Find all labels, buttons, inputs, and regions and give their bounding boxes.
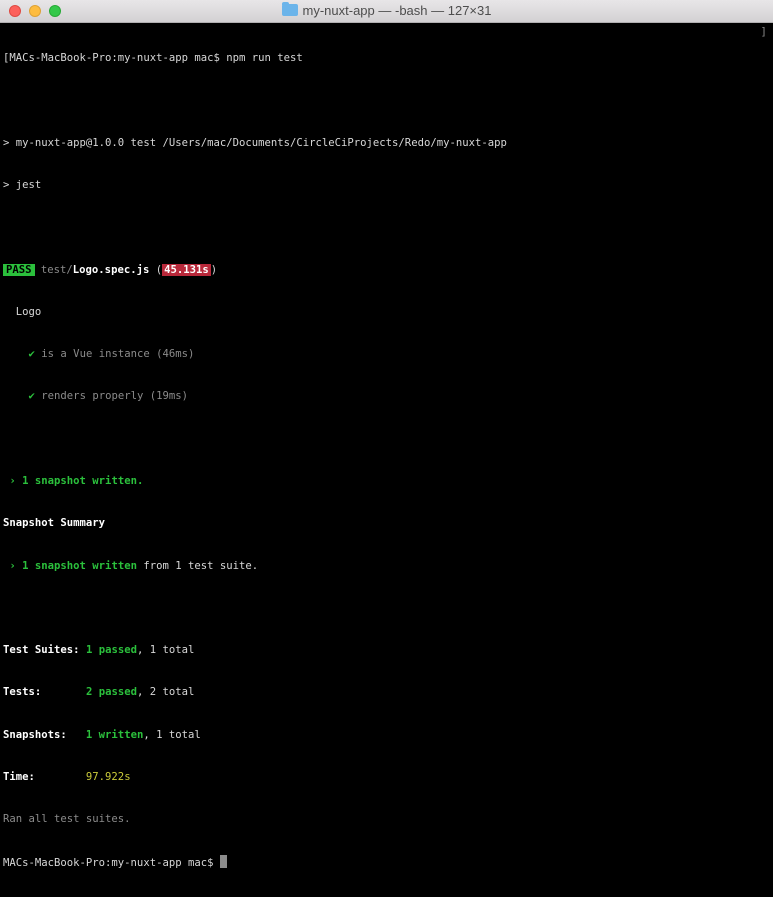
paren-close: ) [210, 263, 218, 276]
snapshots-written: 1 written [85, 728, 144, 741]
paren-open: ( [149, 263, 163, 276]
time-summary-line: Time: 97.922s [3, 770, 773, 784]
suite-name-line: Logo [3, 305, 773, 319]
tests-total: , 2 total [136, 686, 195, 699]
npm-script-line: > my-nuxt-app@1.0.0 test /Users/mac/Docu… [3, 136, 507, 149]
terminal-window: my-nuxt-app — -bash — 127×31 ] [MACs-Mac… [0, 0, 773, 869]
window-title-text: my-nuxt-app — -bash — 127×31 [302, 3, 492, 18]
test-dir: test/ [40, 263, 73, 276]
snapshot-summary-line: › 1 snapshot written from 1 test suite. [3, 559, 773, 573]
check-icon: ✔ [28, 348, 35, 361]
title-bar[interactable]: my-nuxt-app — -bash — 127×31 [0, 0, 773, 23]
time-value: 97.922s [85, 770, 131, 783]
snapshots-summary-line: Snapshots: 1 written, 1 total [3, 728, 773, 742]
suites-summary-line: Test Suites: 1 passed, 1 total [3, 643, 773, 657]
snapshot-written: › 1 snapshot written. [9, 475, 144, 487]
prompt-line[interactable]: MACs-MacBook-Pro:my-nuxt-app mac$ [3, 854, 773, 869]
tests-passed: 2 passed [85, 686, 137, 699]
snapshot-summary-heading: Snapshot Summary [3, 517, 106, 530]
suite-name: Logo [15, 305, 42, 318]
test-file: Logo.spec.js [72, 263, 150, 276]
tests-summary-line: Tests: 2 passed, 2 total [3, 685, 773, 699]
window-title: my-nuxt-app — -bash — 127×31 [0, 2, 773, 18]
folder-icon [281, 2, 298, 16]
check-icon: ✔ [28, 390, 35, 403]
test-time-badge: 45.131s [162, 263, 211, 276]
test-result-line: PASS test/Logo.spec.js (45.131s) [3, 263, 773, 277]
command-line: [MACs-MacBook-Pro:my-nuxt-app mac$ npm r… [3, 52, 303, 65]
suites-passed: 1 passed [85, 644, 137, 657]
suites-total: , 1 total [136, 644, 195, 657]
snapshots-label: Snapshots: [3, 728, 67, 741]
snapshot-summary-written: › 1 snapshot written [9, 559, 137, 572]
suites-label: Test Suites: [3, 644, 80, 657]
test-case-line: ✔ is a Vue instance (46ms) [3, 347, 773, 361]
test-case-name: is a Vue instance (46ms) [41, 348, 195, 361]
ran-all-line: Ran all test suites. [3, 813, 131, 826]
snapshot-summary-suffix: from 1 test suite. [136, 559, 259, 572]
test-case-line: ✔ renders properly (19ms) [3, 389, 773, 403]
terminal-output[interactable]: [MACs-MacBook-Pro:my-nuxt-app mac$ npm r… [3, 23, 773, 897]
time-label: Time: [3, 770, 35, 783]
pass-badge: PASS [3, 263, 35, 276]
tests-label: Tests: [3, 686, 42, 699]
snapshot-written-line: › 1 snapshot written. [3, 474, 773, 488]
prompt-text: MACs-MacBook-Pro:my-nuxt-app mac$ [3, 856, 220, 869]
test-case-name: renders properly (19ms) [41, 390, 188, 403]
jest-line: > jest [3, 179, 42, 192]
snapshots-total: , 1 total [143, 728, 201, 741]
text-cursor [219, 854, 227, 868]
